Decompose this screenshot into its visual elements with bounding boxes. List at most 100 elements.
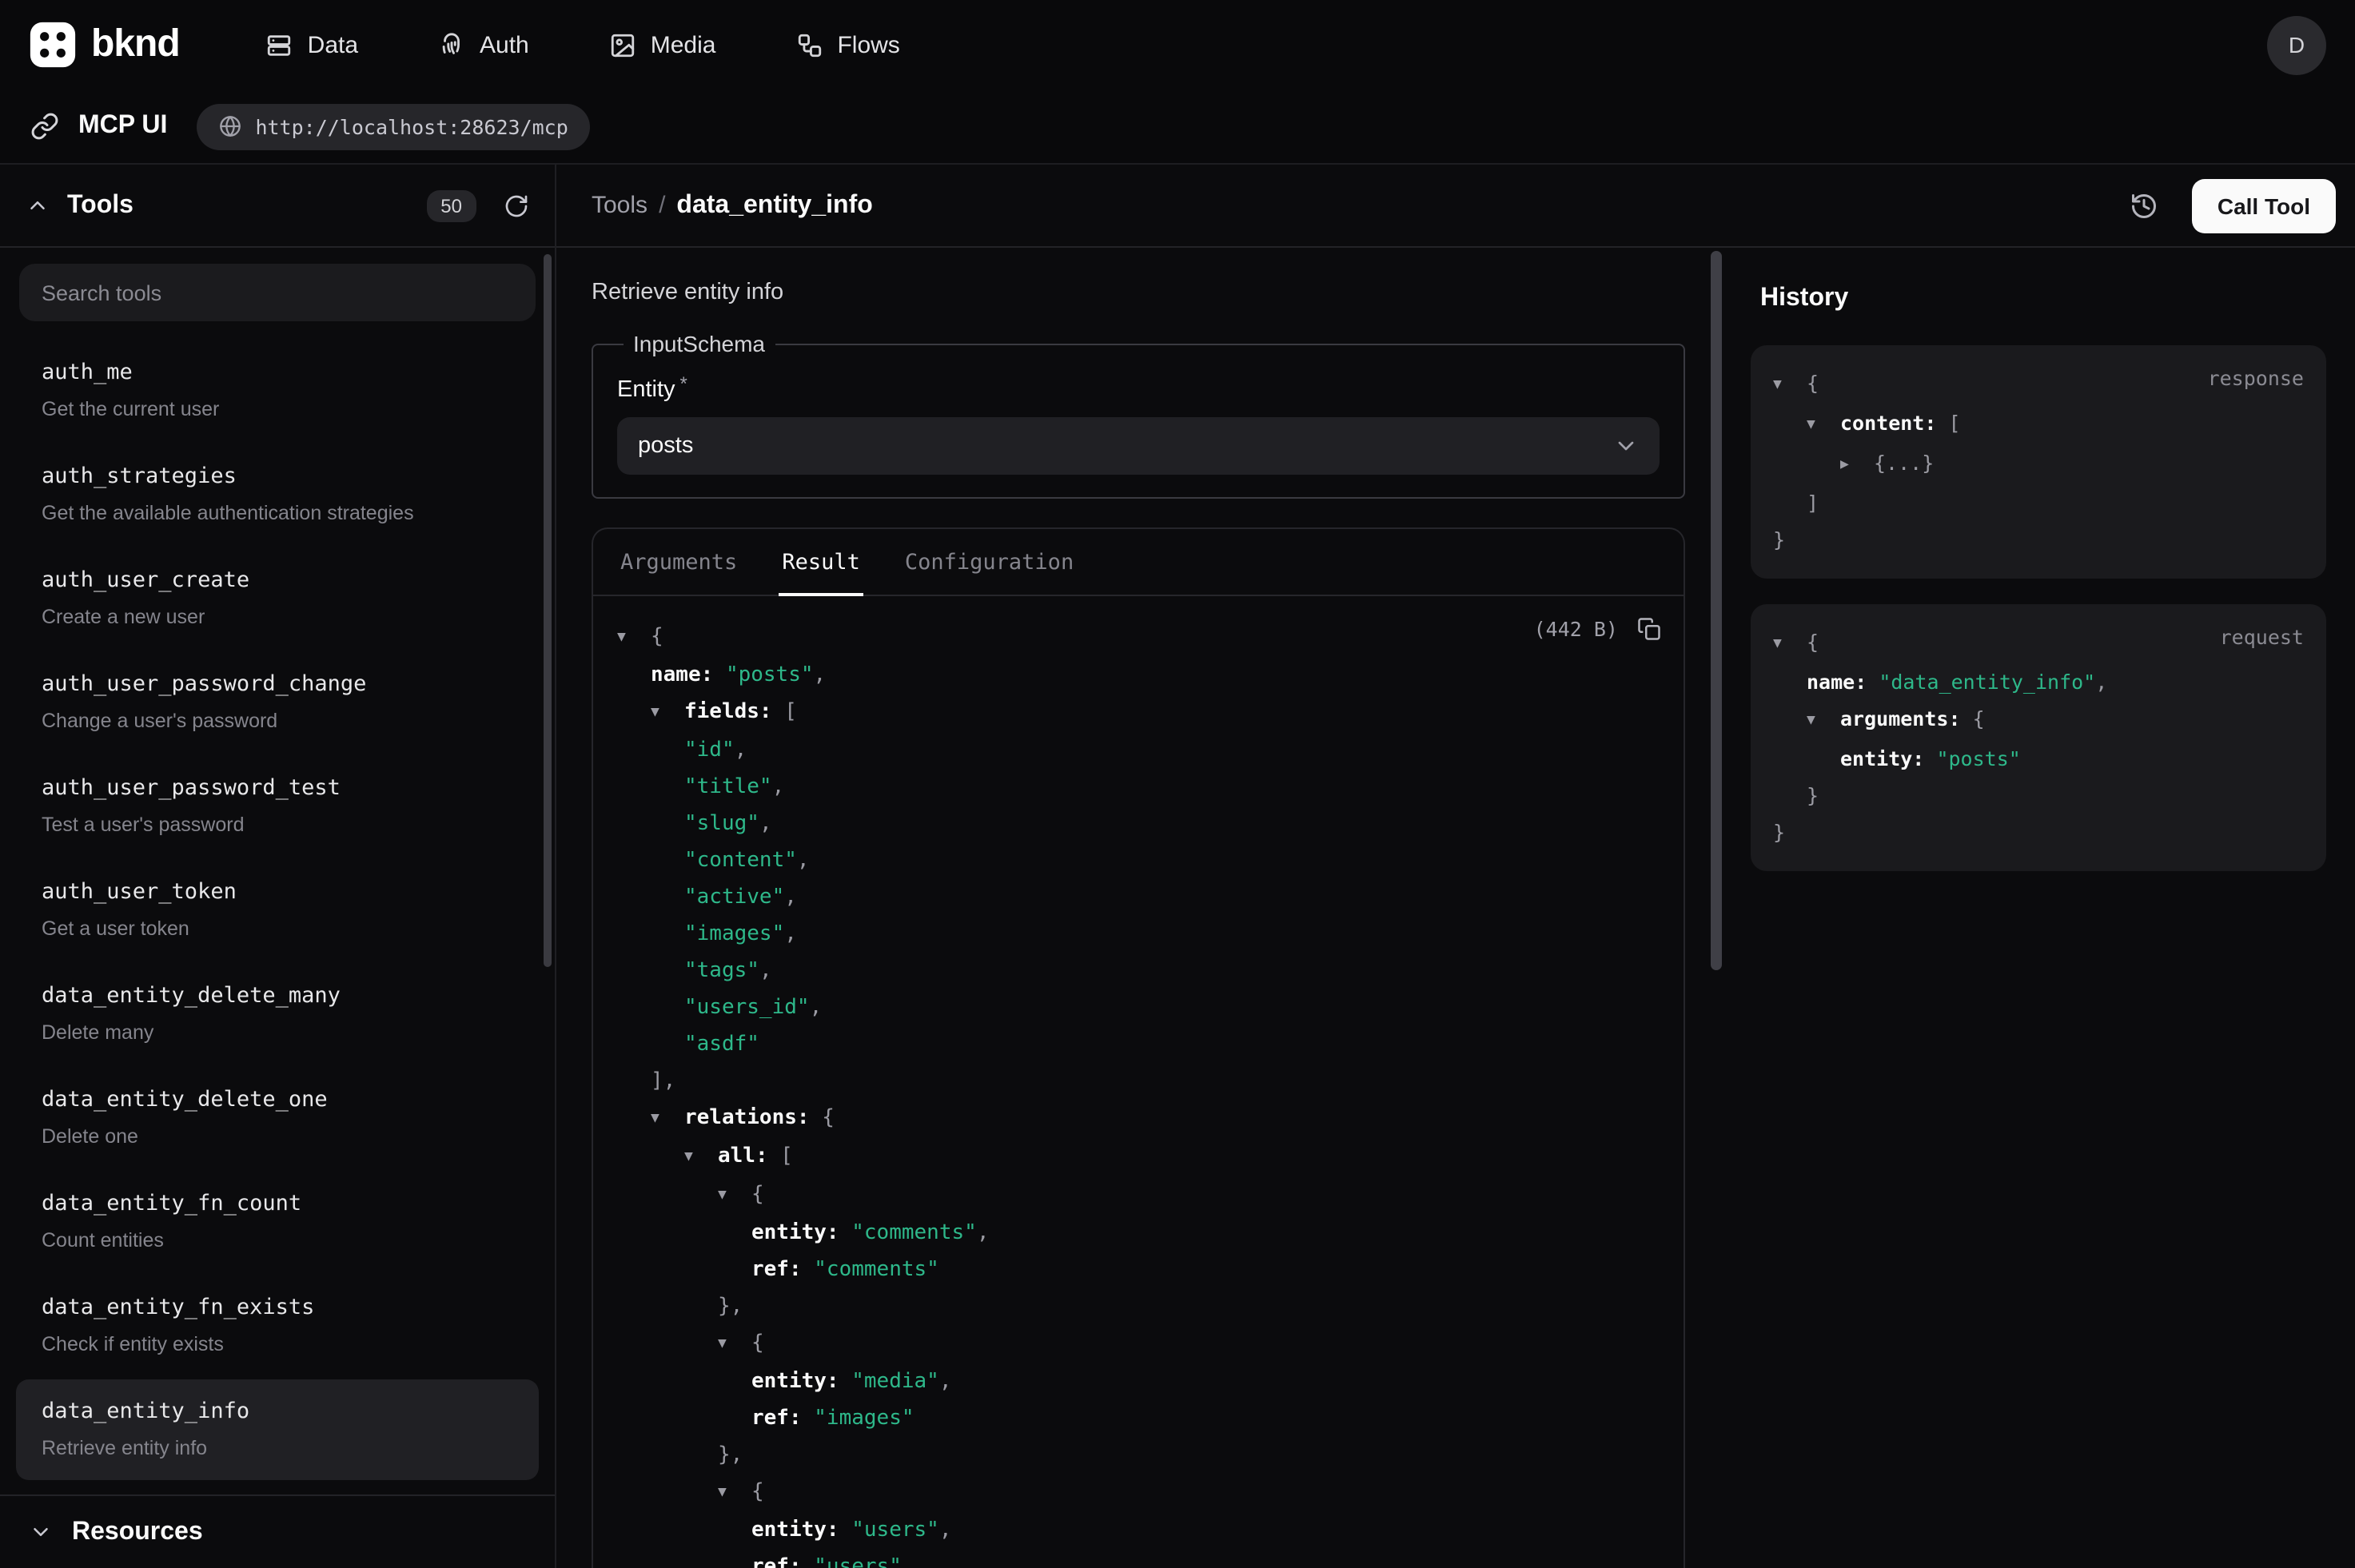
json-line: "asdf" bbox=[617, 1026, 1660, 1063]
mcp-title: MCP UI bbox=[78, 112, 167, 141]
json-token-p: ], bbox=[651, 1069, 675, 1093]
tool-list-item[interactable]: auth_user_createCreate a new user bbox=[16, 548, 539, 649]
tool-description: Delete one bbox=[42, 1124, 513, 1149]
search-input[interactable] bbox=[19, 264, 536, 321]
nav-item-auth[interactable]: Auth bbox=[438, 31, 529, 58]
tool-list-item[interactable]: data_entity_fn_existsCheck if entity exi… bbox=[16, 1275, 539, 1376]
json-line: name: "posts", bbox=[617, 657, 1660, 694]
collapse-toggle-icon[interactable]: ▼ bbox=[617, 620, 651, 657]
globe-icon bbox=[218, 115, 241, 137]
tool-list-item[interactable]: auth_meGet the current user bbox=[16, 340, 539, 441]
resources-header[interactable]: Resources bbox=[0, 1494, 555, 1568]
collapse-toggle-icon[interactable]: ▼ bbox=[651, 695, 684, 732]
tools-title: Tools bbox=[67, 191, 133, 220]
nav-item-flows[interactable]: Flows bbox=[795, 31, 899, 58]
json-token-key: ref: bbox=[751, 1555, 814, 1568]
json-tree: ▼{▼content: [▶{...}]} bbox=[1773, 364, 2304, 558]
image-icon bbox=[609, 31, 636, 58]
nav-item-label: Media bbox=[651, 31, 716, 58]
nav-item-label: Auth bbox=[480, 31, 529, 58]
json-token-p: { bbox=[751, 1480, 764, 1504]
tool-list-item[interactable]: data_entity_delete_oneDelete one bbox=[16, 1068, 539, 1168]
collapse-toggle-icon[interactable]: ▼ bbox=[684, 1140, 718, 1176]
json-meta: (442 B) bbox=[1534, 617, 1661, 641]
collapse-toggle-icon[interactable]: ▼ bbox=[1807, 408, 1840, 444]
json-line: "title", bbox=[617, 769, 1660, 806]
json-line: ▼arguments: { bbox=[1773, 700, 2304, 740]
brand[interactable]: bknd bbox=[29, 21, 180, 69]
tab-arguments[interactable]: Arguments bbox=[617, 529, 740, 596]
collapse-toggle-icon[interactable]: ▼ bbox=[1773, 368, 1807, 404]
tab-result[interactable]: Result bbox=[779, 529, 863, 596]
tool-description: Get the current user bbox=[42, 396, 513, 422]
collapse-toggle-icon[interactable]: ▼ bbox=[651, 1101, 684, 1138]
json-token-p: , bbox=[759, 959, 772, 983]
entity-field-label: Entity* bbox=[617, 372, 1660, 403]
user-avatar[interactable]: D bbox=[2267, 15, 2326, 74]
tool-list-item[interactable]: auth_user_password_changeChange a user's… bbox=[16, 652, 539, 753]
breadcrumb-section[interactable]: Tools bbox=[592, 192, 648, 219]
resources-title: Resources bbox=[72, 1518, 203, 1546]
sidebar-scrollbar[interactable] bbox=[544, 254, 552, 967]
database-icon bbox=[266, 31, 293, 58]
json-line: entity: "users", bbox=[617, 1512, 1660, 1549]
history-entry-request[interactable]: request ▼{name: "data_entity_info",▼argu… bbox=[1751, 604, 2326, 871]
tool-list-item[interactable]: auth_strategiesGet the available authent… bbox=[16, 444, 539, 545]
tools-header: Tools 50 bbox=[0, 165, 555, 248]
collapse-toggle-icon[interactable]: ▼ bbox=[1773, 627, 1807, 663]
history-entry-tag: request bbox=[2220, 625, 2304, 649]
json-token-key: all: bbox=[718, 1144, 780, 1168]
json-line: ▼fields: [ bbox=[617, 694, 1660, 732]
main-body: Retrieve entity info InputSchema Entity*… bbox=[556, 248, 2355, 1568]
json-token-p: { bbox=[1973, 706, 1985, 730]
json-token-p: { bbox=[1807, 371, 1819, 395]
json-token-str: "users" bbox=[814, 1555, 902, 1568]
tool-list-item[interactable]: data_entity_delete_manyDelete many bbox=[16, 964, 539, 1065]
history-icon[interactable] bbox=[2120, 181, 2168, 229]
json-token-p: , bbox=[939, 1370, 952, 1394]
nav-item-data[interactable]: Data bbox=[266, 31, 358, 58]
json-line: ▼{ bbox=[617, 619, 1660, 657]
json-line: entity: "posts" bbox=[1773, 740, 2304, 777]
tool-description: Check if entity exists bbox=[42, 1331, 513, 1357]
tool-list-item[interactable]: data_entity_infoRetrieve entity info bbox=[16, 1379, 539, 1480]
tab-configuration[interactable]: Configuration bbox=[902, 529, 1077, 596]
json-token-p: { bbox=[751, 1183, 764, 1207]
json-token-p: { bbox=[1807, 630, 1819, 654]
expand-toggle-icon[interactable]: ▶ bbox=[1840, 448, 1874, 484]
json-line: "content", bbox=[617, 842, 1660, 879]
collapse-toggle-icon[interactable]: ▼ bbox=[718, 1475, 751, 1512]
json-tree: ▼{name: "data_entity_info",▼arguments: {… bbox=[1773, 623, 2304, 850]
copy-icon[interactable] bbox=[1637, 617, 1661, 641]
json-token-key: content: bbox=[1840, 411, 1948, 435]
json-token-p: { bbox=[651, 625, 663, 649]
collapse-toggle-icon[interactable]: ▼ bbox=[1807, 703, 1840, 740]
entity-select[interactable]: posts bbox=[617, 417, 1660, 475]
json-token-p: , bbox=[759, 812, 772, 836]
top-navbar: bknd Data Auth Media bbox=[0, 0, 2355, 90]
refresh-icon[interactable] bbox=[504, 193, 529, 218]
json-line: }, bbox=[617, 1437, 1660, 1474]
mcp-url-pill[interactable]: http://localhost:28623/mcp bbox=[196, 103, 590, 149]
call-tool-button[interactable]: Call Tool bbox=[2192, 178, 2336, 233]
history-title: History bbox=[1760, 285, 2326, 313]
json-token-p: , bbox=[784, 922, 797, 946]
tool-name: data_entity_fn_count bbox=[42, 1191, 513, 1218]
tool-list-item[interactable]: auth_user_tokenGet a user token bbox=[16, 860, 539, 961]
app-window: bknd Data Auth Media bbox=[0, 0, 2355, 1568]
tool-list-item[interactable]: data_entity_fn_countCount entities bbox=[16, 1172, 539, 1272]
collapse-toggle-icon[interactable]: ▼ bbox=[718, 1327, 751, 1363]
chevron-up-icon[interactable] bbox=[26, 193, 50, 217]
history-entry-response[interactable]: response ▼{▼content: [▶{...}]} bbox=[1751, 345, 2326, 579]
main-scrollbar-thumb[interactable] bbox=[1711, 251, 1722, 970]
json-line: } bbox=[1773, 521, 2304, 558]
json-token-p: , bbox=[735, 738, 747, 762]
nav-item-media[interactable]: Media bbox=[609, 31, 716, 58]
json-token-str: "media" bbox=[851, 1370, 939, 1394]
collapse-toggle-icon[interactable]: ▼ bbox=[718, 1178, 751, 1215]
tool-list-item[interactable]: auth_user_password_testTest a user's pas… bbox=[16, 756, 539, 857]
json-line: "id", bbox=[617, 732, 1660, 769]
entity-label-text: Entity bbox=[617, 377, 675, 403]
json-line: ▼{ bbox=[617, 1176, 1660, 1215]
json-token-str: "tags" bbox=[684, 959, 759, 983]
